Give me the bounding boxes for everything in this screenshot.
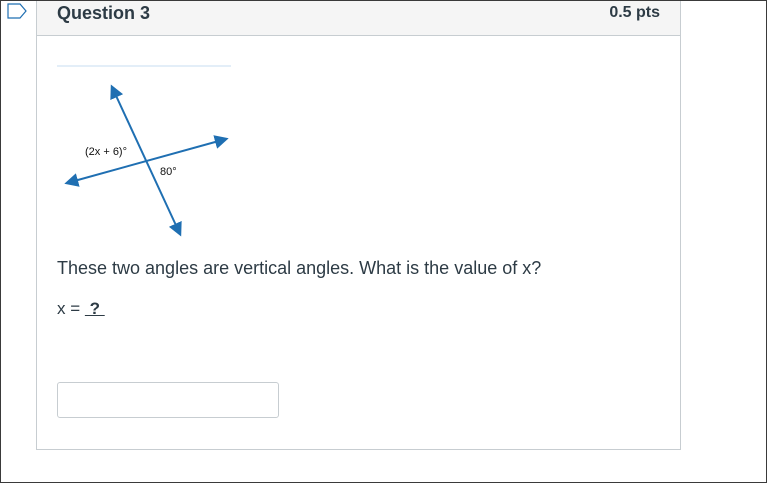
flag-icon[interactable] [7,3,27,19]
page-frame: Question 3 0.5 pts (2x + 6)° 80° These t… [0,0,767,483]
equation-prefix: x = [57,299,85,318]
equation-blank: ? [84,299,105,318]
vertical-angles-diagram: (2x + 6)° 80° [64,84,229,237]
answer-input[interactable] [57,382,279,418]
divider [57,65,231,67]
question-title: Question 3 [57,3,151,23]
question-points: 0.5 pts [609,4,660,21]
angle-label-left: (2x + 6)° [85,146,127,158]
question-header: Question 3 0.5 pts [37,1,680,36]
question-prompt: These two angles are vertical angles. Wh… [57,258,542,278]
equation: x = ? [57,299,105,319]
question-card: Question 3 0.5 pts (2x + 6)° 80° These t… [36,1,681,450]
angle-label-right: 80° [160,166,177,178]
